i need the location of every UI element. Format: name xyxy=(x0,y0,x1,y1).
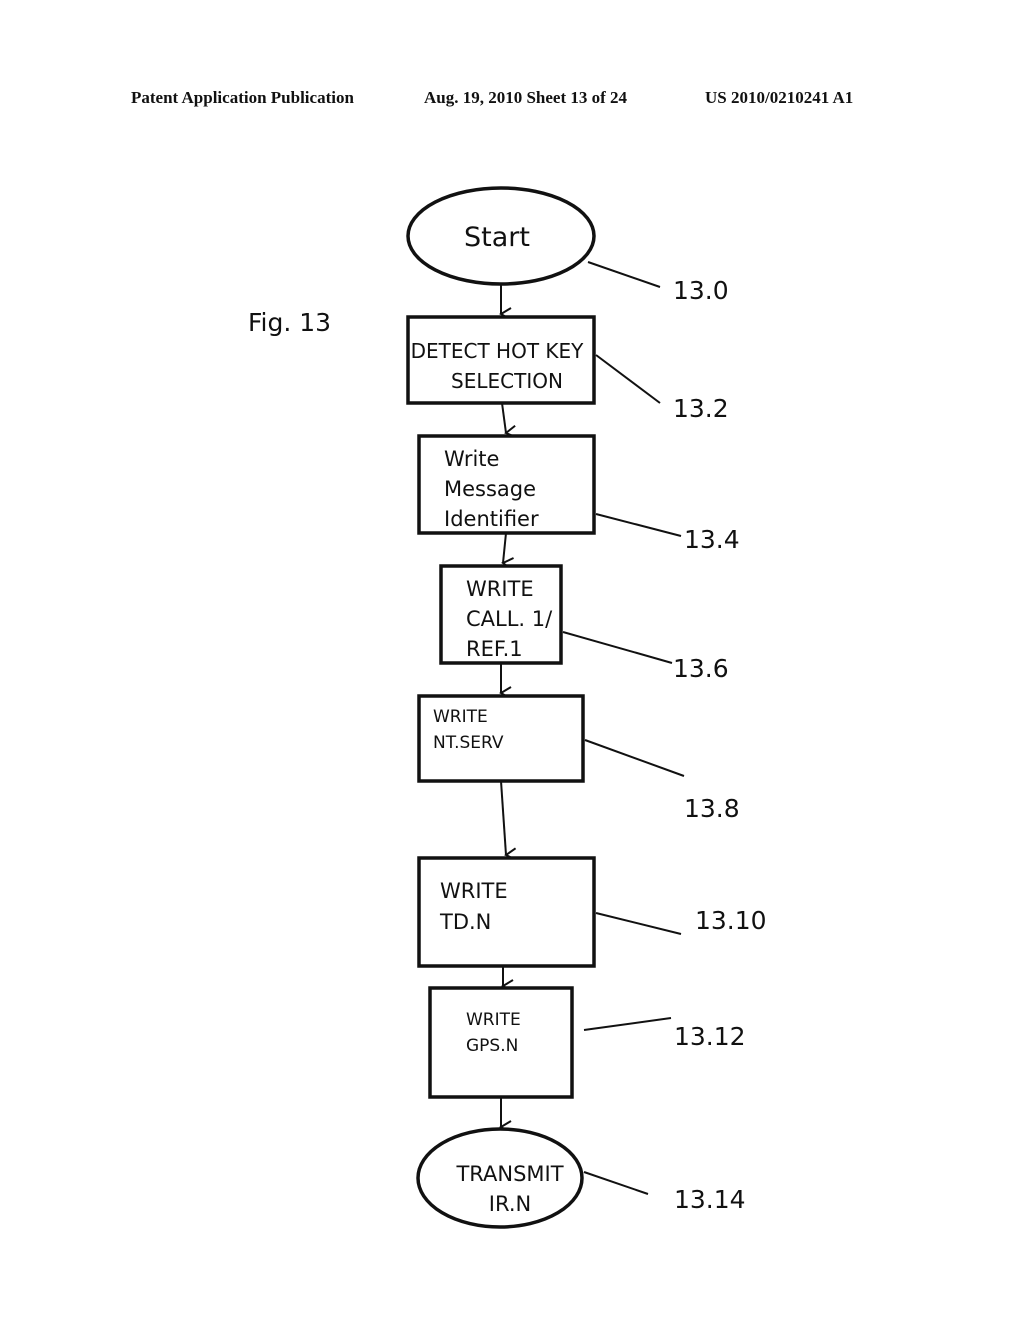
node-write-gpsn: WRITE GPS.N xyxy=(428,986,574,1099)
figure-label: Fig. 13 xyxy=(248,308,331,337)
write-tdn-line-1: WRITE xyxy=(440,879,508,903)
write-call-line-2: CALL. 1/ xyxy=(466,607,553,631)
node-detect-hot-key: DETECT HOT KEY SELECTION xyxy=(406,315,596,405)
write-tdn-line-2: TD.N xyxy=(439,910,491,934)
node-start-text: Start xyxy=(464,222,530,253)
write-gpsn-line-1: WRITE xyxy=(466,1010,521,1030)
ref-13-0: 13.0 xyxy=(673,276,729,305)
node-write-ntserv: WRITE NT.SERV xyxy=(417,694,585,783)
leader-line-13-2 xyxy=(595,354,661,404)
node-transmit: TRANSMIT IR.N xyxy=(416,1127,584,1229)
ref-13-4: 13.4 xyxy=(684,525,740,554)
leader-line-13-6 xyxy=(562,631,673,664)
leader-line-13-10 xyxy=(595,912,682,935)
arrow-detect-writemsg xyxy=(501,402,518,439)
node-start: Start xyxy=(406,186,596,286)
write-ntserv-line-1: WRITE xyxy=(433,707,488,727)
flowchart: Fig. 13 Start 13.0 DETECT HOT KEY SELECT… xyxy=(248,186,767,1229)
transmit-line-1: TRANSMIT xyxy=(455,1162,563,1186)
detect-line-1: DETECT HOT KEY xyxy=(411,339,585,363)
write-gpsn-line-2: GPS.N xyxy=(466,1036,518,1056)
node-write-call: WRITE CALL. 1/ REF.1 xyxy=(439,564,563,665)
leader-line-13-0 xyxy=(587,261,661,288)
ref-13-14: 13.14 xyxy=(674,1185,746,1214)
write-call-line-3: REF.1 xyxy=(466,637,523,661)
write-ntserv-line-2: NT.SERV xyxy=(433,733,504,753)
ref-13-10: 13.10 xyxy=(695,906,767,935)
arrow-writemsg-writecall xyxy=(501,532,514,571)
leader-line-13-8 xyxy=(584,739,685,777)
write-call-line-1: WRITE xyxy=(466,577,534,601)
transmit-line-2: IR.N xyxy=(489,1192,531,1216)
leader-line-13-14 xyxy=(583,1171,649,1195)
ref-13-6: 13.6 xyxy=(673,654,729,683)
detect-line-2: SELECTION xyxy=(451,369,563,393)
leader-line-13-4 xyxy=(595,513,682,537)
arrow-ntserv-tdn xyxy=(500,780,517,862)
node-write-message-identifier: Write Message Identifier xyxy=(417,434,596,535)
leader-line-13-12 xyxy=(583,1017,672,1031)
write-msg-line-1: Write xyxy=(444,447,499,471)
ref-13-2: 13.2 xyxy=(673,394,729,423)
write-msg-line-2: Message xyxy=(444,477,536,501)
ref-13-12: 13.12 xyxy=(674,1022,746,1051)
ref-13-8: 13.8 xyxy=(684,794,740,823)
write-msg-line-3: Identifier xyxy=(444,507,539,531)
node-write-tdn: WRITE TD.N xyxy=(417,856,596,968)
